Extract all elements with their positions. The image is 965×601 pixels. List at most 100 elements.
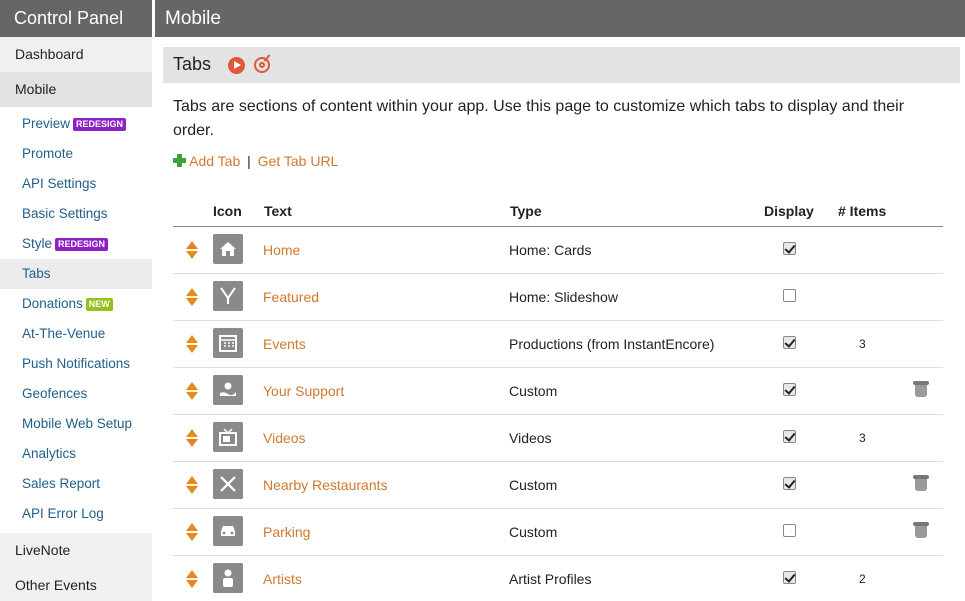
tab-type: Home: Slideshow [509, 289, 618, 305]
table-row: Artists Artist Profiles 2 [173, 556, 943, 601]
table-row: Events Productions (from InstantEncore) … [173, 321, 943, 368]
tab-type: Home: Cards [509, 242, 592, 258]
sidebar-item-mobile-web-setup[interactable]: Mobile Web Setup [0, 409, 152, 439]
utensils-icon [213, 469, 243, 499]
trash-icon[interactable] [913, 380, 929, 398]
table-header: Icon Text Type Display # Items [173, 193, 943, 227]
section-title: Tabs [173, 54, 212, 74]
sidebar-item-api-error-log[interactable]: API Error Log [0, 499, 152, 529]
tab-name-link[interactable]: Home [263, 242, 300, 258]
display-checkbox[interactable] [783, 477, 796, 490]
calendar-icon [213, 328, 243, 358]
reorder-arrows-icon[interactable] [186, 382, 198, 400]
display-checkbox[interactable] [783, 336, 796, 349]
sidebar-item-mobile[interactable]: Mobile [0, 72, 152, 107]
new-badge: NEW [85, 298, 113, 311]
reorder-arrows-icon[interactable] [186, 570, 198, 588]
sidebar-item-label: Preview [22, 116, 71, 131]
sidebar-item-basic-settings[interactable]: Basic Settings [0, 199, 152, 229]
page-title: Mobile [165, 8, 221, 29]
display-checkbox[interactable] [783, 430, 796, 443]
page-header: Mobile [155, 0, 965, 37]
featured-icon [213, 281, 243, 311]
reorder-arrows-icon[interactable] [186, 523, 198, 541]
reorder-arrows-icon[interactable] [186, 429, 198, 447]
mobile-submenu: Preview REDESIGN Promote API Settings Bas… [0, 107, 152, 533]
sidebar-item-label: Donations [22, 296, 83, 311]
tab-name-link[interactable]: Artists [263, 571, 302, 587]
display-checkbox[interactable] [783, 289, 796, 302]
col-text-header: Text [264, 203, 292, 219]
tv-icon [213, 422, 243, 452]
tab-name-link[interactable]: Your Support [263, 383, 344, 399]
tab-name-link[interactable]: Featured [263, 289, 319, 305]
display-checkbox[interactable] [783, 383, 796, 396]
tab-type: Productions (from InstantEncore) [509, 336, 715, 352]
tab-name-link[interactable]: Nearby Restaurants [263, 477, 388, 493]
person-icon [213, 563, 243, 593]
home-icon [213, 234, 243, 264]
tab-name-link[interactable]: Events [263, 336, 306, 352]
table-row: Nearby Restaurants Custom [173, 462, 943, 509]
redesign-badge: REDESIGN [73, 118, 127, 131]
support-icon [213, 375, 243, 405]
redesign-badge: REDESIGN [55, 238, 109, 251]
table-row: Parking Custom [173, 509, 943, 556]
sidebar: Control Panel Dashboard Mobile Preview RE… [0, 0, 152, 601]
tab-type: Videos [509, 430, 552, 446]
sidebar-item-sales-report[interactable]: Sales Report [0, 469, 152, 499]
sidebar-item-push-notifications[interactable]: Push Notifications [0, 349, 152, 379]
main-content: Tabs Tabs are sections of content within… [155, 37, 965, 601]
sidebar-item-livenote[interactable]: LiveNote [0, 533, 152, 568]
sidebar-item-donations[interactable]: Donations NEW [0, 289, 152, 319]
reorder-arrows-icon[interactable] [186, 288, 198, 306]
plus-icon [173, 154, 186, 167]
tab-actions: Add Tab | Get Tab URL [173, 153, 338, 169]
add-tab-link[interactable]: Add Tab [189, 153, 240, 169]
get-tab-url-link[interactable]: Get Tab URL [258, 153, 339, 169]
tab-name-link[interactable]: Videos [263, 430, 306, 446]
sidebar-item-at-the-venue[interactable]: At-The-Venue [0, 319, 152, 349]
trash-icon[interactable] [913, 521, 929, 539]
sidebar-title: Control Panel [0, 0, 152, 37]
tab-type: Custom [509, 477, 558, 493]
tab-type: Custom [509, 524, 558, 540]
tabs-table: Icon Text Type Display # Items Home Home… [173, 193, 943, 601]
sidebar-item-preview[interactable]: Preview REDESIGN [0, 109, 152, 139]
sidebar-item-dashboard[interactable]: Dashboard [0, 37, 152, 72]
display-checkbox[interactable] [783, 242, 796, 255]
tab-name-link[interactable]: Parking [263, 524, 310, 540]
item-count: 2 [859, 572, 866, 586]
sidebar-item-promote[interactable]: Promote [0, 139, 152, 169]
item-count: 3 [859, 337, 866, 351]
car-icon [213, 516, 243, 546]
display-checkbox[interactable] [783, 524, 796, 537]
trash-icon[interactable] [913, 474, 929, 492]
sidebar-item-geofences[interactable]: Geofences [0, 379, 152, 409]
tab-type: Artist Profiles [509, 571, 592, 587]
table-row: Home Home: Cards [173, 227, 943, 274]
item-count: 3 [859, 431, 866, 445]
sidebar-item-analytics[interactable]: Analytics [0, 439, 152, 469]
sidebar-item-label: Style [22, 236, 53, 251]
sidebar-item-api-settings[interactable]: API Settings [0, 169, 152, 199]
target-icon[interactable] [254, 57, 270, 73]
col-display-header: Display [764, 203, 814, 219]
col-items-header: # Items [838, 203, 887, 219]
col-type-header: Type [510, 203, 542, 219]
reorder-arrows-icon[interactable] [186, 476, 198, 494]
col-icon-header: Icon [213, 203, 242, 219]
sidebar-item-other-events[interactable]: Other Events [0, 568, 152, 601]
sidebar-item-style[interactable]: Style REDESIGN [0, 229, 152, 259]
table-row: Your Support Custom [173, 368, 943, 415]
section-description: Tabs are sections of content within your… [173, 98, 905, 139]
display-checkbox[interactable] [783, 571, 796, 584]
play-video-icon[interactable] [228, 57, 245, 74]
reorder-arrows-icon[interactable] [186, 335, 198, 353]
reorder-arrows-icon[interactable] [186, 241, 198, 259]
tab-type: Custom [509, 383, 558, 399]
table-row: Featured Home: Slideshow [173, 274, 943, 321]
table-row: Videos Videos 3 [173, 415, 943, 462]
sidebar-item-tabs[interactable]: Tabs [0, 259, 152, 289]
section-header: Tabs [163, 47, 960, 83]
